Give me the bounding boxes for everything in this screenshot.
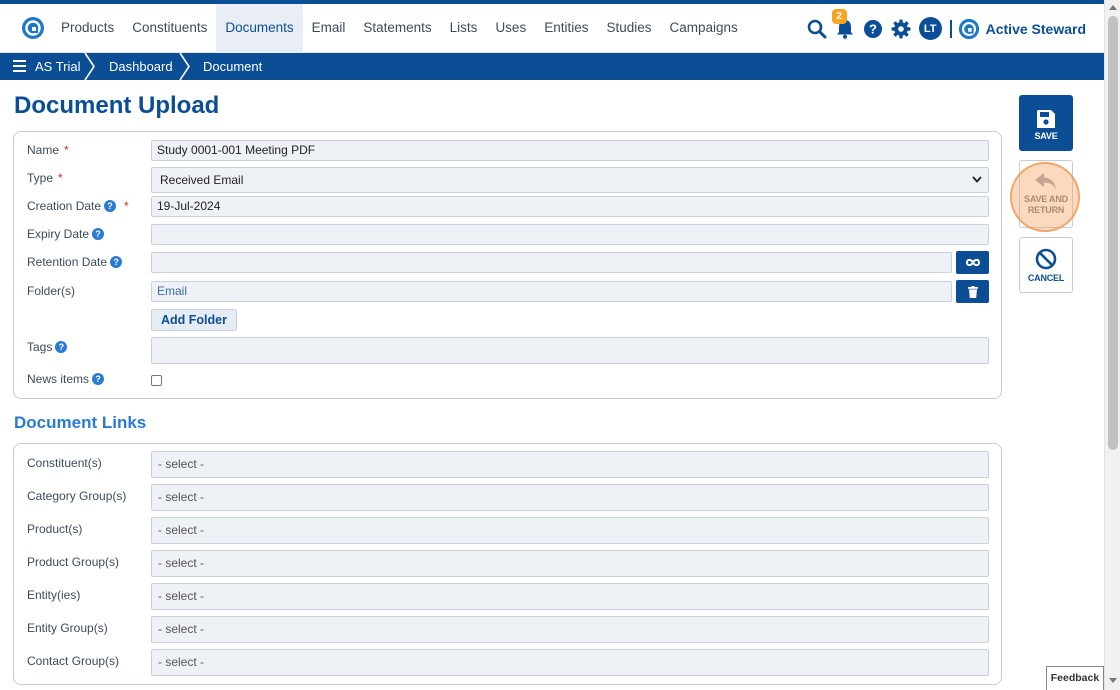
folder-entry[interactable]: Email [151, 281, 952, 302]
menu-icon[interactable] [13, 60, 26, 72]
app-logo-icon[interactable] [21, 16, 45, 40]
product-groups-select[interactable]: - select - [151, 550, 989, 577]
document-links-title: Document Links [14, 413, 147, 432]
help-icon[interactable]: ? [104, 200, 117, 212]
expiry-date-label: Expiry Date ? [27, 227, 105, 241]
nav-divider [949, 19, 952, 38]
products-label: Product(s) [27, 522, 83, 536]
settings-button[interactable] [890, 18, 912, 40]
products-select[interactable]: - select - [151, 517, 989, 544]
search-button[interactable] [806, 18, 828, 40]
breadcrumb-chevron-icon [84, 53, 95, 80]
tags-label: Tags ? [27, 340, 68, 354]
nav-uses[interactable]: Uses [486, 4, 535, 53]
help-icon[interactable]: ? [92, 228, 105, 240]
question-circle-icon: ? [863, 19, 882, 38]
notifications-button[interactable]: 2 [831, 8, 856, 40]
nav-constituents[interactable]: Constituents [123, 4, 216, 53]
contact-groups-label: Contact Group(s) [27, 654, 120, 668]
save-and-return-button[interactable]: SAVE AND RETURN [1019, 160, 1073, 228]
constituents-label: Constituent(s) [27, 456, 102, 470]
save-button[interactable]: SAVE [1019, 95, 1073, 151]
entities-label: Entity(ies) [27, 588, 81, 602]
document-details-panel: Name * Study 0001-001 Meeting PDF Type *… [13, 131, 1002, 399]
nav-email[interactable]: Email [303, 4, 355, 53]
entities-select[interactable]: - select - [151, 583, 989, 610]
svg-text:?: ? [869, 21, 877, 36]
remove-folder-button[interactable] [956, 280, 989, 303]
nav-campaigns[interactable]: Campaigns [661, 4, 747, 53]
help-icon[interactable]: ? [92, 373, 105, 385]
floppy-disk-icon [1037, 110, 1055, 128]
help-button[interactable]: ? [862, 18, 884, 40]
breadcrumb: AS Trial Dashboard Document [0, 53, 1104, 80]
ban-icon [1035, 248, 1057, 270]
nav-products[interactable]: Products [52, 4, 123, 53]
creation-date-input[interactable]: 19-Jul-2024 [151, 196, 989, 217]
type-label: Type * [27, 171, 63, 185]
nav-entities[interactable]: Entities [535, 4, 597, 53]
required-marker: * [58, 171, 63, 185]
help-icon[interactable]: ? [55, 341, 68, 353]
constituents-select[interactable]: - select - [151, 451, 989, 478]
help-icon[interactable]: ? [110, 256, 123, 268]
entity-groups-select[interactable]: - select - [151, 616, 989, 643]
brand-logo-icon [958, 18, 979, 39]
creation-date-label: Creation Date ? * [27, 199, 129, 213]
name-input[interactable]: Study 0001-001 Meeting PDF [151, 140, 989, 161]
breadcrumb-workspace[interactable]: AS Trial [35, 53, 81, 80]
retention-indefinite-button[interactable] [956, 251, 989, 274]
gear-icon [891, 19, 911, 38]
news-items-label: News items ? [27, 372, 105, 386]
type-select[interactable]: Received Email [151, 167, 989, 193]
cancel-button[interactable]: CANCEL [1019, 237, 1073, 293]
top-nav-bar: Products Constituents Documents Email St… [0, 0, 1104, 53]
category-groups-label: Category Group(s) [27, 489, 127, 503]
product-groups-label: Product Group(s) [27, 555, 120, 569]
folders-label: Folder(s) [27, 284, 76, 298]
main-nav: Products Constituents Documents Email St… [52, 4, 747, 53]
breadcrumb-chevron-icon [179, 53, 190, 80]
document-links-panel: Constituent(s) - select - Category Group… [13, 443, 1002, 685]
breadcrumb-dashboard[interactable]: Dashboard [109, 53, 173, 80]
scroll-up-icon[interactable] [1109, 4, 1117, 10]
trash-icon [967, 285, 978, 298]
reply-arrow-icon [1035, 173, 1056, 190]
page-title: Document Upload [14, 92, 220, 119]
required-marker: * [124, 199, 129, 213]
breadcrumb-document: Document [203, 59, 263, 74]
required-marker: * [64, 143, 69, 157]
scroll-down-icon[interactable] [1109, 678, 1117, 684]
retention-date-label: Retention Date ? [27, 255, 123, 269]
retention-date-input[interactable] [151, 252, 952, 273]
nav-toolbar: 2 ? LT Active Steward [803, 4, 1104, 53]
brand-name: Active Steward [985, 20, 1086, 37]
name-label: Name * [27, 143, 69, 157]
vertical-scrollbar[interactable] [1104, 0, 1120, 690]
nav-studies[interactable]: Studies [597, 4, 660, 53]
notification-badge: 2 [831, 8, 847, 24]
category-groups-select[interactable]: - select - [151, 484, 989, 511]
nav-documents[interactable]: Documents [216, 4, 303, 53]
nav-lists[interactable]: Lists [441, 4, 487, 53]
contact-groups-select[interactable]: - select - [151, 649, 989, 676]
expiry-date-input[interactable] [151, 224, 989, 245]
feedback-button[interactable]: Feedback [1046, 666, 1104, 690]
infinity-icon [965, 258, 980, 267]
search-icon [807, 19, 827, 38]
nav-statements[interactable]: Statements [354, 4, 440, 53]
entity-groups-label: Entity Group(s) [27, 621, 108, 635]
user-avatar[interactable]: LT [918, 17, 942, 40]
scrollbar-thumb[interactable] [1108, 16, 1118, 450]
add-folder-button[interactable]: Add Folder [151, 309, 237, 331]
tags-input[interactable] [151, 337, 989, 364]
chevron-down-icon [972, 176, 982, 183]
news-items-checkbox[interactable] [151, 375, 162, 386]
